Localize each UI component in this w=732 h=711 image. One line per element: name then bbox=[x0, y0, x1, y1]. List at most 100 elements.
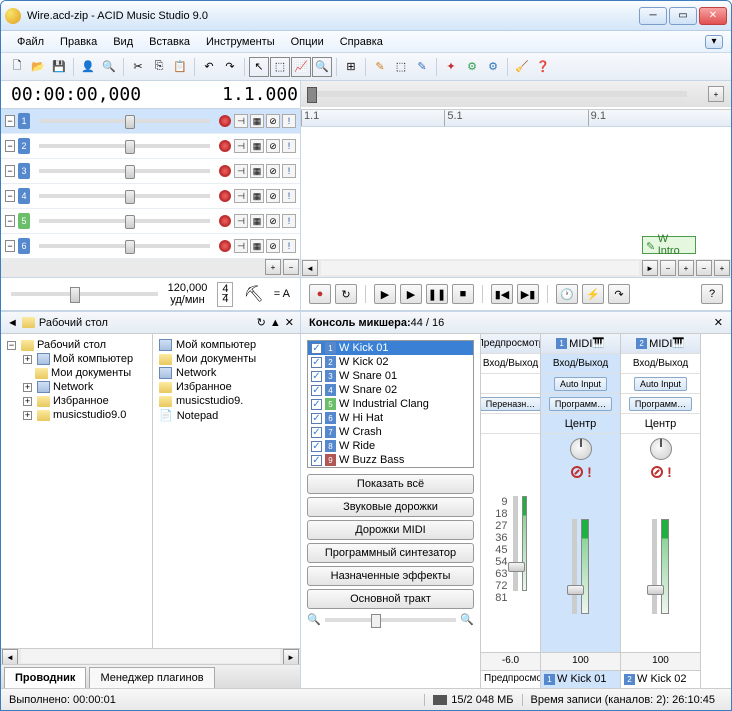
pan-knob[interactable] bbox=[570, 438, 592, 460]
play-button[interactable]: ▶ bbox=[400, 284, 422, 304]
piano-icon[interactable]: ▦ bbox=[250, 139, 264, 153]
snap-icon[interactable]: ⊞ bbox=[341, 57, 361, 77]
record-arm-icon[interactable] bbox=[219, 165, 231, 177]
disable-icon[interactable]: ⊘ bbox=[266, 139, 280, 153]
master-button[interactable]: Основной тракт bbox=[307, 589, 474, 609]
save-icon[interactable]: 💾 bbox=[49, 57, 69, 77]
piano-icon[interactable]: ▦ bbox=[250, 239, 264, 253]
solo-button[interactable]: ! bbox=[282, 114, 296, 128]
hzoom-out-button[interactable]: − bbox=[660, 260, 676, 276]
solo-icon[interactable]: ! bbox=[667, 464, 672, 480]
show-all-button[interactable]: Показать всё bbox=[307, 474, 474, 494]
menu-collapse-button[interactable]: ▾ bbox=[705, 35, 723, 49]
key-display[interactable]: = A bbox=[274, 288, 290, 300]
zoom-tool-icon[interactable]: 🔍 bbox=[312, 57, 332, 77]
disable-icon[interactable]: ⊘ bbox=[266, 239, 280, 253]
bus-list[interactable]: ✓ 1 W Kick 01✓ 2 W Kick 02✓ 3 W Snare 01… bbox=[307, 340, 474, 468]
track-minimize[interactable]: − bbox=[5, 190, 15, 202]
cut-icon[interactable]: ✂ bbox=[128, 57, 148, 77]
bus-checkbox[interactable]: ✓ bbox=[311, 371, 322, 382]
timeline-canvas[interactable]: ✎ W Intro bbox=[301, 127, 731, 259]
bus-item[interactable]: ✓ 8 W Ride bbox=[308, 439, 473, 453]
mixer-zoom-slider[interactable] bbox=[325, 618, 457, 622]
up-icon[interactable]: ▲ bbox=[270, 317, 281, 329]
minimize-button[interactable]: ─ bbox=[639, 7, 667, 25]
open-icon[interactable]: 📂 bbox=[28, 57, 48, 77]
track-volume-slider[interactable] bbox=[39, 194, 210, 198]
expand-icon[interactable]: + bbox=[23, 411, 32, 420]
tab-explorer[interactable]: Проводник bbox=[4, 667, 86, 688]
menu-options[interactable]: Опции bbox=[283, 33, 332, 51]
solo-button[interactable]: ! bbox=[282, 139, 296, 153]
bus-item[interactable]: ✓ 6 W Hi Hat bbox=[308, 411, 473, 425]
search-icon[interactable]: 🔍 bbox=[99, 57, 119, 77]
folder-tree[interactable]: −Рабочий стол +Мой компьютер Мои докумен… bbox=[1, 334, 153, 648]
paste-icon[interactable]: 📋 bbox=[170, 57, 190, 77]
bus-item[interactable]: ✓ 1 W Kick 01 bbox=[308, 341, 473, 355]
new-icon[interactable]: 🗋 bbox=[7, 57, 27, 77]
disable-icon[interactable]: ⊘ bbox=[266, 214, 280, 228]
mute-button[interactable]: ⊣ bbox=[234, 164, 248, 178]
bus-checkbox[interactable]: ✓ bbox=[311, 357, 322, 368]
undo-icon[interactable]: ↶ bbox=[199, 57, 219, 77]
refresh-icon[interactable]: ↻ bbox=[257, 316, 266, 329]
scroll-right-button[interactable]: ► bbox=[642, 260, 658, 276]
bus-checkbox[interactable]: ✓ bbox=[311, 427, 322, 438]
tuning-fork-icon[interactable]: ⛏ bbox=[243, 284, 263, 304]
envelope-tool-icon[interactable]: 📈 bbox=[291, 57, 311, 77]
timeline-ruler[interactable]: 1.1 5.1 9.1 bbox=[301, 109, 731, 127]
track-volume-slider[interactable] bbox=[39, 169, 210, 173]
solo-icon[interactable]: ! bbox=[587, 464, 592, 480]
record-button[interactable]: ● bbox=[309, 284, 331, 304]
bus-checkbox[interactable]: ✓ bbox=[311, 343, 322, 354]
hzoom-in-button[interactable]: + bbox=[678, 260, 694, 276]
mute-icon[interactable] bbox=[571, 466, 583, 478]
bus-item[interactable]: ✓ 9 W Buzz Bass bbox=[308, 453, 473, 467]
select-tool-icon[interactable]: ⬚ bbox=[270, 57, 290, 77]
bus-checkbox[interactable]: ✓ bbox=[311, 399, 322, 410]
track-row-1[interactable]: − 1 ⊣ ▦ ⊘ ! bbox=[1, 109, 300, 134]
zoom-out-icon[interactable]: 🔍 bbox=[307, 613, 321, 626]
disable-icon[interactable]: ⊘ bbox=[266, 114, 280, 128]
track-volume-slider[interactable] bbox=[39, 119, 210, 123]
bus-checkbox[interactable]: ✓ bbox=[311, 385, 322, 396]
help-icon[interactable]: ❓ bbox=[533, 57, 553, 77]
track-row-5[interactable]: − 5 ⊣ ▦ ⊘ ! bbox=[1, 209, 300, 234]
mute-button[interactable]: ⊣ bbox=[234, 239, 248, 253]
track-minimize[interactable]: − bbox=[5, 115, 15, 127]
solo-button[interactable]: ! bbox=[282, 189, 296, 203]
bus-item[interactable]: ✓ 5 W Industrial Clang bbox=[308, 397, 473, 411]
maximize-button[interactable]: ▭ bbox=[669, 7, 697, 25]
loop-button[interactable]: ↻ bbox=[335, 284, 357, 304]
solo-button[interactable]: ! bbox=[282, 164, 296, 178]
track-volume-slider[interactable] bbox=[39, 144, 210, 148]
expand-icon[interactable]: + bbox=[23, 397, 32, 406]
bus-checkbox[interactable]: ✓ bbox=[311, 441, 322, 452]
options-button[interactable]: ? bbox=[701, 284, 723, 304]
cleanup-icon[interactable]: 🧹 bbox=[512, 57, 532, 77]
pencil-icon[interactable]: ✎ bbox=[370, 57, 390, 77]
program-button[interactable]: Программ… bbox=[549, 397, 612, 411]
marker-tool-icon[interactable]: ✎ bbox=[412, 57, 432, 77]
solo-button[interactable]: ! bbox=[282, 214, 296, 228]
go-end-button[interactable]: ▶▮ bbox=[517, 284, 539, 304]
clip-w-intro[interactable]: ✎ W Intro bbox=[642, 236, 696, 254]
channel-fader[interactable] bbox=[652, 519, 657, 614]
tab-plugins[interactable]: Менеджер плагинов bbox=[89, 667, 214, 688]
audio-tracks-button[interactable]: Звуковые дорожки bbox=[307, 497, 474, 517]
channel-fader[interactable] bbox=[572, 519, 577, 614]
auto-reset-button[interactable]: ↷ bbox=[608, 284, 630, 304]
bus-item[interactable]: ✓ 4 W Snare 02 bbox=[308, 383, 473, 397]
midi-tracks-button[interactable]: Дорожки MIDI bbox=[307, 520, 474, 540]
record-arm-icon[interactable] bbox=[219, 215, 231, 227]
go-start-button[interactable]: ▮◀ bbox=[491, 284, 513, 304]
track-volume-slider[interactable] bbox=[39, 244, 210, 248]
mute-button[interactable]: ⊣ bbox=[234, 214, 248, 228]
bus-item[interactable]: ✓ 3 W Snare 01 bbox=[308, 369, 473, 383]
track-row-6[interactable]: − 6 ⊣ ▦ ⊘ ! bbox=[1, 234, 300, 259]
mute-button[interactable]: ⊣ bbox=[234, 189, 248, 203]
overview-plus-button[interactable]: + bbox=[708, 86, 724, 102]
menu-help[interactable]: Справка bbox=[332, 33, 391, 51]
menu-edit[interactable]: Правка bbox=[52, 33, 105, 51]
track-minimize[interactable]: − bbox=[5, 165, 15, 177]
